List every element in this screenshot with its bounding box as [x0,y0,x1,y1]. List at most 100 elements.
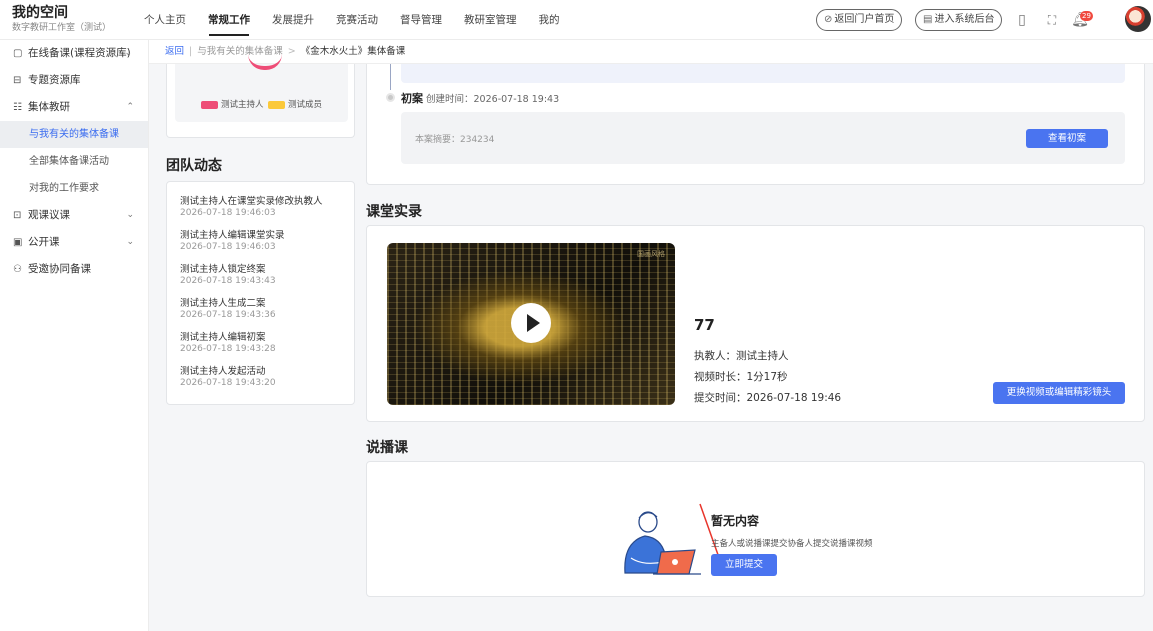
event-time: 2026-07-18 19:43:36 [180,310,276,320]
sidebar-item-label: 公开课 [28,236,60,248]
sidebar-subitem-work-requirements[interactable]: 对我的工作要求 [0,175,148,202]
compass-icon: ⊘ [824,14,833,25]
classroom-section-title: 课堂实录 [366,204,422,220]
breadcrumb-current: 《金木水火土》集体备课 [300,46,406,57]
team-activity-card: 测试主持人在课堂实录修改执教人 2026-07-18 19:46:03 测试主持… [166,181,355,405]
event-time: 2026-07-18 19:46:03 [180,242,276,252]
top-bar: 我的空间 数字教研工作室（测试） 个人主页 常规工作 发展提升 竞赛活动 督导管… [0,0,1153,40]
plan-time-value: 2026-07-18 19:43 [473,94,560,105]
chevron-down-icon: ⌄ [126,237,134,247]
member-chart-arc [248,54,282,70]
legend-host: 测试主持人 [201,98,264,110]
plan-title-text: 初案 [401,92,423,105]
video-title: 77 [694,316,715,334]
speaking-empty-card: 暂无内容 主备人或说播课提交协备人提交说播课视频 立即提交 [366,461,1145,597]
portal-home-button[interactable]: ⊘ 返回门户首页 [816,9,903,31]
plan-title: 初案 创建时间：2026-07-18 19:43 [401,90,559,106]
sidebar-item-online-lesson-prep[interactable]: ▢ 在线备课(课程资源库) ⌄ [0,40,148,67]
nav-item-office-management[interactable]: 教研室管理 [453,0,528,40]
sidebar-item-open-class[interactable]: ▣ 公开课 ⌄ [0,229,148,256]
fullscreen-icon[interactable]: ⛶ [1041,9,1063,31]
document-icon: ▢ [13,48,23,59]
grid-icon: ☷ [13,102,22,113]
people-icon: ⚇ [13,264,22,275]
event-text: 测试主持人发起活动 [180,366,266,377]
plan-abstract-box: 本案摘要：234234 查看初案 [401,112,1125,164]
mobile-icon[interactable]: ▯ [1011,9,1033,31]
classroom-video-card: 国画风格 77 执教人：测试主持人 视频时长：1分17秒 提交时间：2026-0… [366,225,1145,422]
board-icon: ▣ [13,237,23,248]
sidebar-item-label: 集体教研 [28,101,70,113]
list-item: 测试主持人锁定终案 2026-07-18 19:43:43 [180,264,350,287]
sidebar-item-label: 受邀协同备课 [28,263,91,275]
list-item: 测试主持人在课堂实录修改执教人 2026-07-18 19:46:03 [180,196,350,219]
legend-swatch [201,100,218,109]
empty-illustration-icon [624,511,701,575]
brand-subtitle: 数字教研工作室（测试） [12,23,112,33]
breadcrumb-separator: | [189,46,193,57]
submit-now-button[interactable]: 立即提交 [711,554,777,576]
nav-item-mine[interactable]: 我的 [528,0,571,40]
plan-created-time: 创建时间：2026-07-18 19:43 [426,94,559,105]
nav-item-competition[interactable]: 竞赛活动 [325,0,389,40]
speaking-section-title: 说播课 [366,440,408,456]
sidebar-subitem-related-lessons[interactable]: 与我有关的集体备课 [0,121,148,148]
view-plan-button[interactable]: 查看初案 [1026,129,1108,148]
chevron-up-icon: ⌃ [126,102,134,112]
system-backend-label: 进入系统后台 [934,14,995,25]
event-text: 测试主持人编辑课堂实录 [180,230,285,241]
chevron-down-icon: ⌄ [126,210,134,220]
main-nav: 个人主页 常规工作 发展提升 竞赛活动 督导管理 教研室管理 我的 [133,0,571,40]
list-item: 测试主持人生成二案 2026-07-18 19:43:36 [180,298,350,321]
list-item: 测试主持人编辑初案 2026-07-18 19:43:28 [180,332,350,355]
notification-badge: 29 [1080,11,1093,21]
change-video-button[interactable]: 更换视频或编辑精彩镜头 [993,382,1125,404]
plan-time-label: 创建时间： [426,94,474,105]
portal-home-label: 返回门户首页 [834,14,895,25]
video-thumbnail[interactable]: 国画风格 [387,243,675,405]
nav-item-supervision[interactable]: 督导管理 [389,0,453,40]
sidebar-item-label: 观课议课 [28,209,70,221]
nav-item-development[interactable]: 发展提升 [261,0,325,40]
system-backend-button[interactable]: ▤ 进入系统后台 [915,9,1003,31]
sidebar-subitem-all-lesson-activities[interactable]: 全部集体备课活动 [0,148,148,175]
legend-member: 测试成员 [268,98,322,110]
sidebar: ▢ 在线备课(课程资源库) ⌄ ⊟ 专题资源库 ☷ 集体教研 ⌃ 与我有关的集体备课 … [0,40,149,631]
event-time: 2026-07-18 19:43:28 [180,344,276,354]
event-text: 测试主持人生成二案 [180,298,266,309]
chevron-down-icon: ⌄ [124,48,132,58]
breadcrumb: 返回 | 与我有关的集体备课 > 《金木水火土》集体备课 [149,40,1153,64]
member-chart-area: 测试主持人 测试成员 [175,64,348,122]
sidebar-item-label: 在线备课(课程资源库) [28,47,131,59]
chat-icon: ▤ [923,14,933,25]
video-submit-time: 提交时间：2026-07-18 19:46 [694,392,842,404]
brand-title: 我的空间 [12,5,68,21]
empty-title: 暂无内容 [711,514,760,528]
video-duration: 视频时长：1分17秒 [694,371,788,383]
sidebar-item-label: 专题资源库 [28,74,81,86]
play-icon[interactable] [511,303,551,343]
timeline-line [390,64,391,90]
event-time: 2026-07-18 19:43:20 [180,378,276,388]
video-watermark: 国画风格 [637,250,665,258]
sidebar-item-collective-research[interactable]: ☷ 集体教研 ⌃ [0,94,148,121]
sidebar-item-invited-collab[interactable]: ⚇ 受邀协同备课 [0,256,148,283]
back-link[interactable]: 返回 [165,46,184,57]
plan-timeline-card: 初案 创建时间：2026-07-18 19:43 本案摘要：234234 查看初案 [366,64,1145,185]
event-text: 测试主持人锁定终案 [180,264,266,275]
screen-icon: ⊡ [13,210,22,221]
sidebar-item-lesson-observation[interactable]: ⊡ 观课议课 ⌄ [0,202,148,229]
sidebar-item-topic-library[interactable]: ⊟ 专题资源库 [0,67,148,94]
member-chart-card: 测试主持人 测试成员 [166,64,355,138]
breadcrumb-separator: > [287,46,296,57]
nav-item-home[interactable]: 个人主页 [133,0,197,40]
event-text: 测试主持人编辑初案 [180,332,266,343]
avatar[interactable] [1125,6,1151,32]
brand[interactable]: 我的空间 数字教研工作室（测试） [12,4,111,34]
bag-icon: ⊟ [13,75,22,86]
empty-description: 主备人或说播课提交协备人提交说播课视频 [711,539,873,549]
event-time: 2026-07-18 19:46:03 [180,208,276,218]
legend-label: 测试成员 [288,100,323,110]
legend-label: 测试主持人 [221,100,264,110]
nav-item-routine-work[interactable]: 常规工作 [197,0,261,40]
